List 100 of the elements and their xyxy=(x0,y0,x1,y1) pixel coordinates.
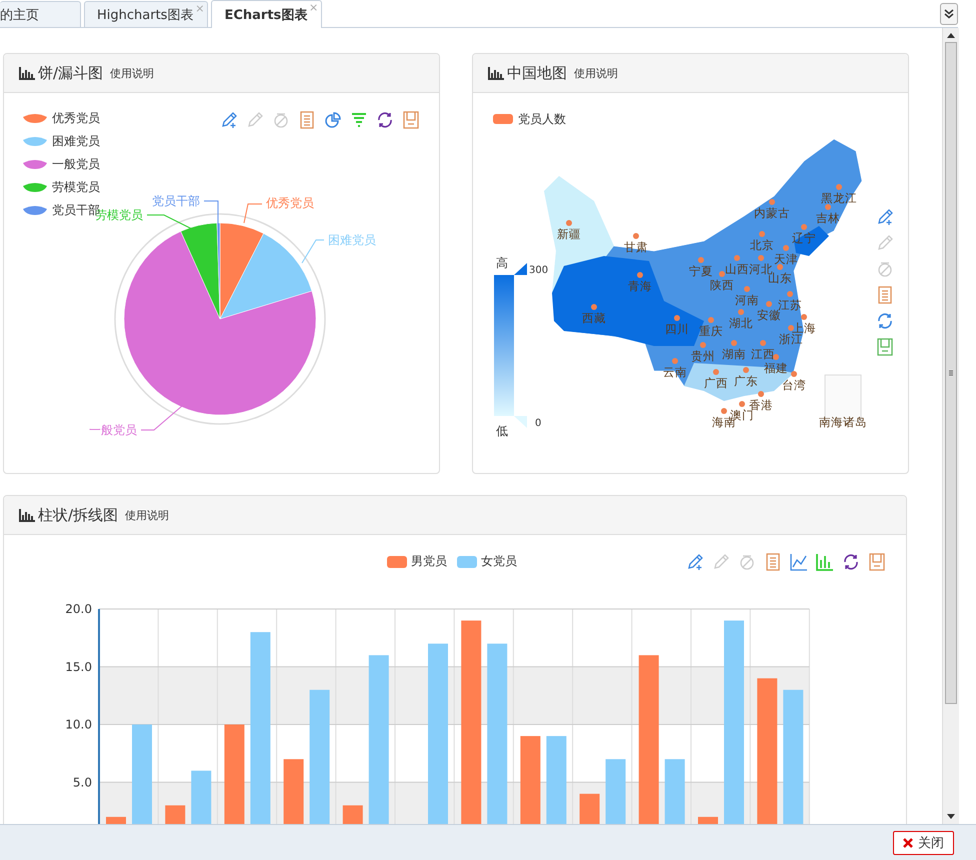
eraser-icon[interactable] xyxy=(272,111,290,129)
province-label: 湖南 xyxy=(722,347,746,361)
legend-item[interactable]: 困难党员 xyxy=(22,133,100,150)
bar-chart-icon xyxy=(19,508,35,522)
marker-dot xyxy=(836,184,842,190)
panel-title: 柱状/拆线图 xyxy=(38,506,118,524)
legend-item[interactable]: 优秀党员 xyxy=(22,110,100,127)
bar[interactable] xyxy=(250,632,270,824)
province-label: 安徽 xyxy=(757,308,781,322)
scale-value: 300 xyxy=(529,265,548,276)
bar[interactable] xyxy=(520,736,540,824)
province-label: 广西 xyxy=(704,376,728,390)
bar[interactable] xyxy=(224,724,244,824)
leader-line xyxy=(244,204,262,224)
bar[interactable] xyxy=(428,644,448,824)
double-chevron-button[interactable] xyxy=(940,3,958,25)
marker-dot xyxy=(674,315,680,321)
document-icon[interactable] xyxy=(876,286,894,304)
marker-dot xyxy=(766,301,772,307)
eraser-icon[interactable] xyxy=(876,260,894,278)
marker-dot xyxy=(713,369,719,375)
pencil-icon[interactable] xyxy=(712,553,730,571)
bar[interactable] xyxy=(368,655,389,824)
bar[interactable] xyxy=(783,690,804,824)
bar[interactable] xyxy=(310,690,330,824)
legend-item[interactable]: 男党员 xyxy=(387,553,447,570)
slider-handle-icon[interactable] xyxy=(514,263,527,275)
pie-slice[interactable] xyxy=(216,222,220,320)
refresh-icon[interactable] xyxy=(842,553,860,571)
save-icon[interactable] xyxy=(402,111,420,129)
scrollbar[interactable] xyxy=(942,28,959,824)
funnel-icon[interactable] xyxy=(350,111,368,129)
legend-marker-icon xyxy=(493,114,513,124)
eraser-icon[interactable] xyxy=(738,553,756,571)
pencil-plus-icon[interactable] xyxy=(876,208,894,226)
slice-label: 困难党员 xyxy=(328,233,376,247)
marker-dot xyxy=(700,342,706,348)
bar[interactable] xyxy=(546,736,566,824)
tab[interactable]: 的主页 xyxy=(0,1,81,27)
pencil-icon[interactable] xyxy=(876,234,894,252)
marker-dot xyxy=(744,286,750,292)
scrollbar-thumb[interactable] xyxy=(945,42,957,704)
pie-slice[interactable] xyxy=(180,222,220,320)
bar[interactable] xyxy=(757,678,778,824)
line-chart-icon[interactable] xyxy=(790,553,808,571)
help-link[interactable]: 使用说明 xyxy=(574,66,618,80)
bar[interactable] xyxy=(191,770,212,824)
pie-slice[interactable] xyxy=(124,231,316,416)
pencil-icon[interactable] xyxy=(246,111,264,129)
scale-label: 低 xyxy=(496,424,508,438)
province-label: 重庆 xyxy=(699,324,723,338)
legend-item[interactable]: 一般党员 xyxy=(22,156,100,173)
bar[interactable] xyxy=(664,759,685,824)
help-link[interactable]: 使用说明 xyxy=(125,508,170,522)
bar[interactable] xyxy=(132,724,152,824)
marker-dot xyxy=(787,291,793,297)
scroll-up-icon[interactable] xyxy=(947,32,955,38)
axis-tick-label: 20.0 xyxy=(65,602,92,616)
province-label: 广东 xyxy=(734,374,758,388)
refresh-icon[interactable] xyxy=(876,312,894,330)
marker-dot xyxy=(719,271,725,277)
refresh-icon[interactable] xyxy=(376,111,394,129)
legend-item[interactable]: 党员人数 xyxy=(518,112,566,126)
bar[interactable] xyxy=(724,620,744,824)
pencil-plus-icon[interactable] xyxy=(220,111,238,129)
legend-item[interactable]: 劳模党员 xyxy=(22,179,100,196)
slider-handle-icon[interactable] xyxy=(514,416,527,428)
tab[interactable]: Highcharts图表× xyxy=(84,1,208,27)
double-chevron-icon xyxy=(944,9,954,19)
tab[interactable]: ECharts图表× xyxy=(211,0,322,28)
close-button[interactable]: 关闭 xyxy=(893,830,954,854)
pie-slice[interactable] xyxy=(220,233,312,320)
pie-icon[interactable] xyxy=(324,111,342,129)
bar[interactable] xyxy=(580,794,600,824)
document-icon[interactable] xyxy=(298,111,316,129)
bar[interactable] xyxy=(284,759,304,824)
marker-dot xyxy=(791,371,797,377)
help-link[interactable]: 使用说明 xyxy=(110,66,154,80)
leader-line xyxy=(302,240,324,264)
pencil-plus-icon[interactable] xyxy=(686,553,704,571)
marker-dot xyxy=(721,408,727,414)
bar[interactable] xyxy=(487,644,508,824)
legend-item[interactable]: 女党员 xyxy=(457,553,517,570)
save-icon[interactable] xyxy=(876,338,894,356)
marker-dot xyxy=(759,231,765,237)
pie-slice[interactable] xyxy=(220,222,264,320)
save-icon[interactable] xyxy=(868,553,886,571)
province-label: 浙江 xyxy=(779,332,803,346)
marker-dot xyxy=(769,199,775,205)
bar[interactable] xyxy=(461,620,482,824)
bar[interactable] xyxy=(638,655,659,824)
province-label: 江西 xyxy=(751,347,775,361)
province-label: 青海 xyxy=(628,279,652,293)
scroll-down-icon[interactable] xyxy=(947,814,955,820)
bar[interactable] xyxy=(606,759,626,824)
leader-line xyxy=(146,214,192,230)
bar-chart-icon[interactable] xyxy=(816,553,834,571)
document-icon[interactable] xyxy=(764,553,782,571)
marker-dot xyxy=(743,367,749,373)
marker-dot xyxy=(801,224,807,230)
